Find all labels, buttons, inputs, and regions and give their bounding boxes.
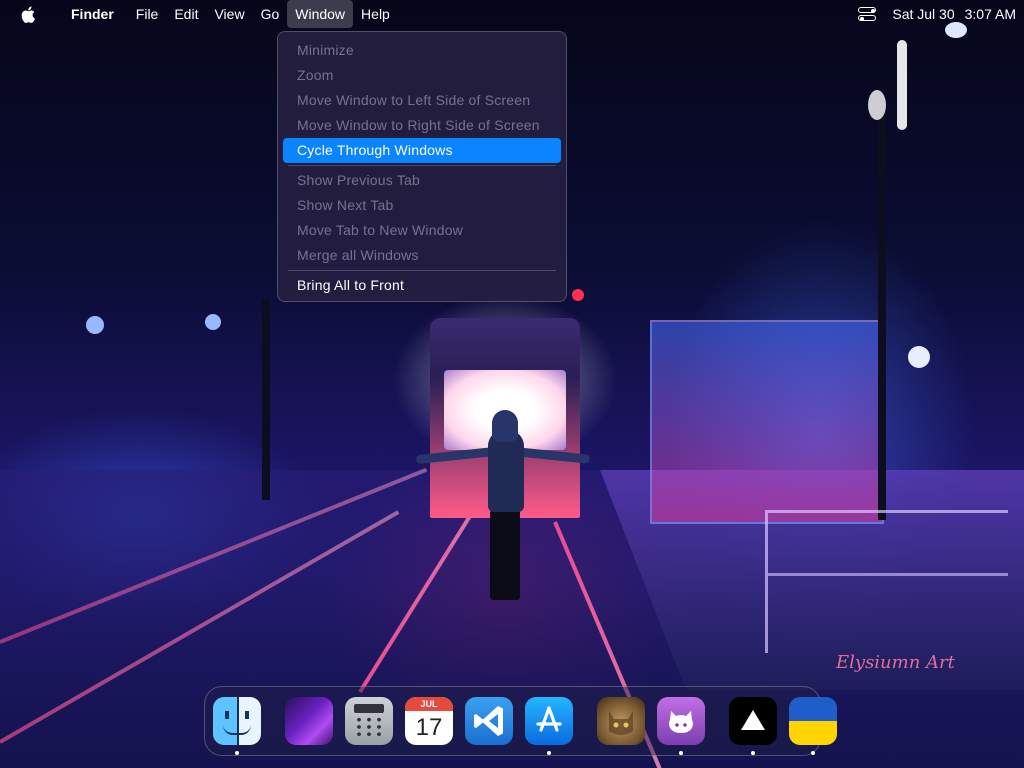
dock-monterey-icon[interactable]	[285, 697, 333, 745]
menu-item-merge-windows[interactable]: Merge all Windows	[283, 243, 561, 268]
menu-file[interactable]: File	[128, 0, 167, 28]
wallpaper-pole	[262, 300, 270, 500]
dock-calculator-icon[interactable]	[345, 697, 393, 745]
menu-item-bring-all-front[interactable]: Bring All to Front	[283, 273, 561, 298]
control-center-icon[interactable]	[858, 6, 877, 22]
menu-separator	[288, 165, 556, 166]
wallpaper-lamp	[908, 346, 930, 368]
menu-item-minimize[interactable]: Minimize	[283, 38, 561, 63]
wallpaper-railing	[765, 510, 1008, 653]
menu-item-move-right[interactable]: Move Window to Right Side of Screen	[283, 113, 561, 138]
menu-view[interactable]: View	[206, 0, 252, 28]
menu-item-zoom[interactable]: Zoom	[283, 63, 561, 88]
menu-app-finder[interactable]: Finder	[63, 0, 122, 28]
menu-bar-status: Sat Jul 30 3:07 AM	[858, 0, 1016, 28]
menu-bar: Finder File Edit View Go Window Help Sat…	[0, 0, 1024, 28]
menu-bar-time[interactable]: 3:07 AM	[965, 6, 1016, 22]
dock-github-icon[interactable]	[657, 697, 705, 755]
wallpaper-lamp	[868, 90, 886, 120]
wallpaper-lamp	[897, 40, 907, 130]
dock-ukraine-flag-icon[interactable]	[789, 697, 837, 755]
menu-item-next-tab[interactable]: Show Next Tab	[283, 193, 561, 218]
wallpaper-pole	[878, 100, 886, 520]
menu-help[interactable]: Help	[353, 0, 398, 28]
dock-calendar-icon[interactable]: JUL 17	[405, 697, 453, 745]
window-menu-dropdown: Minimize Zoom Move Window to Left Side o…	[277, 31, 567, 302]
running-indicator	[547, 751, 551, 755]
menu-item-previous-tab[interactable]: Show Previous Tab	[283, 168, 561, 193]
dock-vercel-icon[interactable]	[729, 697, 777, 755]
wallpaper-lamp	[205, 314, 221, 330]
dock-cat-photo-icon[interactable]	[597, 697, 645, 745]
dock: JUL 17	[204, 686, 837, 756]
calendar-month: JUL	[405, 697, 453, 711]
wallpaper-lamp	[572, 289, 584, 301]
menu-bar-date[interactable]: Sat Jul 30	[892, 6, 954, 22]
dock-finder-icon[interactable]	[213, 697, 261, 755]
wallpaper-watermark: Elysiumn Art	[836, 652, 955, 673]
running-indicator	[751, 751, 755, 755]
wallpaper-shelter	[650, 320, 884, 524]
menu-item-move-left[interactable]: Move Window to Left Side of Screen	[283, 88, 561, 113]
menu-go[interactable]: Go	[253, 0, 288, 28]
calendar-day: 17	[415, 714, 443, 741]
running-indicator	[679, 751, 683, 755]
menu-item-tab-new-window[interactable]: Move Tab to New Window	[283, 218, 561, 243]
running-indicator	[811, 751, 815, 755]
wallpaper-lamp	[86, 316, 104, 334]
menu-window[interactable]: Window	[287, 0, 354, 28]
apple-icon[interactable]	[20, 5, 36, 23]
dock-app-store-icon[interactable]	[525, 697, 573, 755]
menu-separator	[288, 270, 556, 271]
menu-item-cycle-windows[interactable]: Cycle Through Windows	[283, 138, 561, 163]
menu-edit[interactable]: Edit	[166, 0, 206, 28]
running-indicator	[235, 751, 239, 755]
dock-vscode-icon[interactable]	[465, 697, 513, 745]
